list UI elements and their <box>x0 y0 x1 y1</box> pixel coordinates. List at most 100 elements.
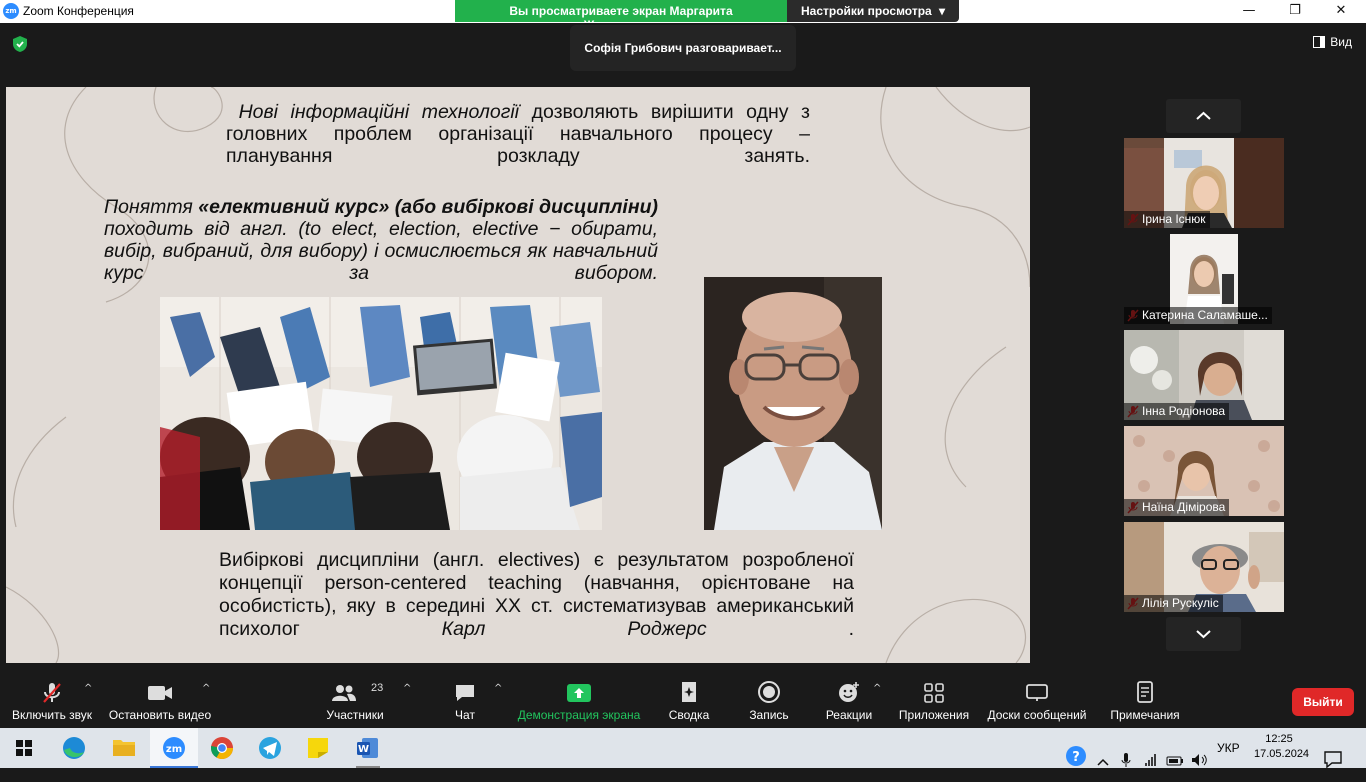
notes-label: Примечания <box>1110 708 1180 722</box>
telegram-app-icon <box>259 737 281 759</box>
participants-label: Участники <box>326 708 384 722</box>
apps-button[interactable]: Приложения <box>896 665 972 728</box>
chat-options-caret-icon[interactable]: ^ <box>494 683 502 694</box>
notes-button[interactable]: Примечания <box>1104 665 1186 728</box>
slide-paragraph-3: Вибіркові дисципліни (англ. electives) є… <box>219 549 854 640</box>
slide-paragraph-1: Нові інформаційні технології дозволяють … <box>226 101 810 167</box>
whiteboard-icon <box>1026 684 1048 701</box>
view-settings-label: Настройки просмотра <box>801 4 932 18</box>
participant-name: Інна Родіонова <box>1124 403 1230 420</box>
taskbar-edge[interactable] <box>50 728 98 768</box>
reactions-label: Реакции <box>825 708 873 722</box>
apps-label: Приложения <box>898 708 970 722</box>
summary-label: Сводка <box>668 708 710 722</box>
start-button[interactable] <box>0 728 48 768</box>
help-icon[interactable]: ? <box>1064 736 1088 776</box>
taskbar-zoom[interactable]: zm <box>150 728 198 768</box>
leave-meeting-button[interactable]: Выйти <box>1292 688 1354 716</box>
window-title: Zoom Конференция <box>23 4 134 18</box>
taskbar-word[interactable]: W <box>344 728 392 768</box>
zoom-app-icon: zm <box>163 737 185 759</box>
stop-video-label: Остановить видео <box>108 708 212 722</box>
participants-options-caret-icon[interactable]: ^ <box>403 683 411 694</box>
record-label: Запись <box>749 708 789 722</box>
summary-sparkle-icon <box>682 682 696 702</box>
svg-text:W: W <box>358 744 369 755</box>
maximize-button[interactable]: ❐ <box>1272 2 1318 20</box>
minimize-button[interactable]: — <box>1226 2 1272 20</box>
participant-tile[interactable]: Інна Родіонова <box>1124 330 1284 420</box>
view-label: Вид <box>1330 35 1352 49</box>
chat-button[interactable]: Чат <box>440 665 490 728</box>
apps-grid-icon <box>924 683 944 703</box>
scroll-down-button[interactable] <box>1166 617 1241 651</box>
active-speaker-label: Софія Грибович разговаривает... <box>570 25 796 71</box>
reactions-options-caret-icon[interactable]: ^ <box>873 683 881 694</box>
clock-time: 12:25 <box>1265 733 1293 745</box>
participant-name: Наїна Дімірова <box>1124 499 1230 516</box>
edge-browser-icon <box>63 737 85 759</box>
carl-rogers-portrait <box>704 277 882 530</box>
participant-name: Катерина Саламаше... <box>1124 307 1272 324</box>
svg-text:zm: zm <box>166 744 182 755</box>
participants-count: 23 <box>371 682 384 694</box>
whiteboards-button[interactable]: Доски сообщений <box>982 665 1092 728</box>
audio-options-caret-icon[interactable]: ^ <box>84 683 92 694</box>
participant-tile[interactable]: Ірина Існюк <box>1124 138 1284 228</box>
system-clock[interactable]: 12:25 17.05.2024 <box>1254 732 1310 762</box>
participant-tile[interactable]: Катерина Саламаше... <box>1124 234 1284 324</box>
taskbar-telegram[interactable] <box>246 728 294 768</box>
stop-video-button[interactable]: Остановить видео <box>104 665 216 728</box>
close-button[interactable]: ✕ <box>1318 2 1364 20</box>
participant-name: Лілія Рускуліс <box>1124 595 1223 612</box>
participant-tile[interactable]: Лілія Рускуліс <box>1124 522 1284 612</box>
chevron-up-icon <box>1196 111 1211 120</box>
chevron-down-icon: ▾ <box>938 4 945 18</box>
record-button[interactable]: Запись <box>742 665 796 728</box>
participant-tile[interactable]: Наїна Дімірова <box>1124 426 1284 516</box>
windows-taskbar: zm W ? УКР 12:25 17.05.2024 <box>0 728 1366 769</box>
students-photo <box>160 297 602 530</box>
participants-icon <box>332 685 356 701</box>
taskbar-file-explorer[interactable] <box>100 728 148 768</box>
viewing-screen-label: Вы просматриваете экран Маргарита Журавл… <box>455 0 787 32</box>
volume-icon[interactable] <box>1190 740 1208 780</box>
windows-logo-icon <box>16 740 32 756</box>
clock-date: 17.05.2024 <box>1254 748 1310 760</box>
participants-button[interactable]: 23 Участники <box>318 665 392 728</box>
chat-label: Чат <box>455 708 475 722</box>
chevron-down-icon <box>1196 630 1211 639</box>
summary-button[interactable]: Сводка <box>662 665 716 728</box>
video-options-caret-icon[interactable]: ^ <box>202 683 210 694</box>
meeting-toolbar: Включить звук ^ Остановить видео ^ 23 Уч… <box>0 665 1366 728</box>
scroll-up-button[interactable] <box>1166 99 1241 133</box>
taskbar-chrome[interactable] <box>198 728 246 768</box>
tray-expand-icon[interactable] <box>1096 742 1110 782</box>
battery-icon[interactable] <box>1166 741 1184 781</box>
taskbar-sticky-notes[interactable] <box>294 728 342 768</box>
notifications-icon[interactable] <box>1323 739 1343 779</box>
view-button[interactable]: Вид <box>1313 35 1352 49</box>
record-icon <box>758 681 780 703</box>
svg-text:?: ? <box>1072 750 1080 765</box>
keyboard-language[interactable]: УКР <box>1217 741 1240 781</box>
participant-name: Ірина Існюк <box>1124 211 1210 228</box>
view-settings-button[interactable]: Настройки просмотра ▾ <box>787 0 959 22</box>
view-layout-icon <box>1313 36 1326 48</box>
reactions-button[interactable]: Реакции <box>820 665 878 728</box>
reactions-smiley-icon <box>839 682 859 702</box>
microphone-icon[interactable] <box>1120 740 1132 780</box>
share-screen-button[interactable]: Демонстрация экрана <box>514 665 644 728</box>
meeting-topbar: Софія Грибович разговаривает... Вид <box>0 23 1366 87</box>
participants-gallery: Ірина Існюк Катерина Саламаше... Інна Ро… <box>1031 87 1366 665</box>
share-banner: Вы просматриваете экран Маргарита Журавл… <box>455 0 959 32</box>
network-icon[interactable] <box>1144 740 1160 780</box>
sticky-notes-icon <box>308 738 328 758</box>
video-camera-icon <box>148 686 172 700</box>
mic-muted-icon <box>43 683 61 703</box>
security-shield-icon[interactable] <box>12 35 28 53</box>
shared-screen-slide: Нові інформаційні технології дозволяють … <box>6 87 1030 663</box>
word-app-icon: W <box>357 738 378 758</box>
notes-document-icon <box>1137 681 1153 703</box>
unmute-button[interactable]: Включить звук <box>4 665 100 728</box>
